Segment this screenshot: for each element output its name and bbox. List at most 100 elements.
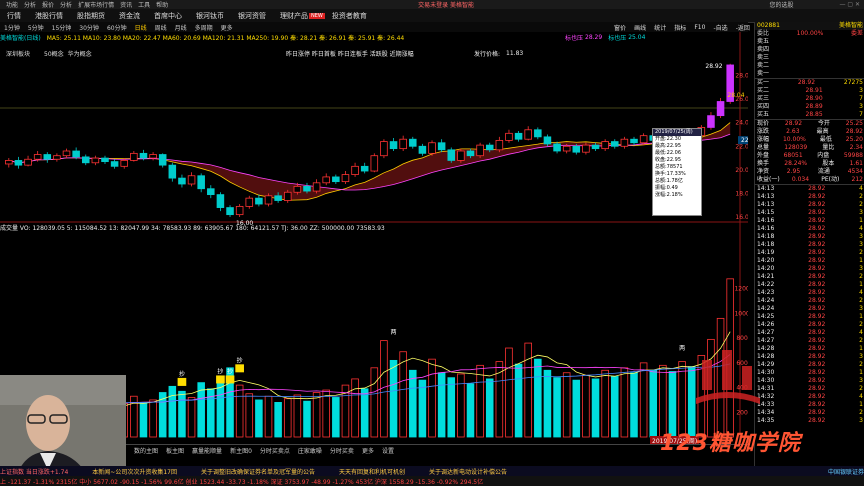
marker-box	[225, 375, 235, 384]
nav-tab-asset[interactable]: 银河资管	[231, 11, 273, 21]
tag-1[interactable]: 深圳板块	[6, 49, 30, 58]
nav-tab-education[interactable]: 投资者教育	[325, 11, 374, 21]
period-6[interactable]: 周线	[155, 23, 167, 32]
chart-tool-5[interactable]: -自选	[714, 23, 728, 32]
marker-box	[235, 364, 244, 373]
nav-tab-quote[interactable]: 行情	[0, 11, 28, 21]
period-2[interactable]: 15分钟	[52, 23, 72, 32]
nav-tab-futures[interactable]: 股指期货	[70, 11, 112, 21]
nav-tab-hk[interactable]: 港股行情	[28, 11, 70, 21]
chart-tool-0[interactable]: 窗价	[614, 23, 626, 32]
tick-price: 28.92	[808, 201, 826, 208]
candle	[72, 150, 80, 158]
tick-volume: 3	[859, 305, 863, 312]
tick-time: 14:16	[757, 217, 775, 224]
candle	[572, 145, 581, 153]
period-0[interactable]: 1分钟	[4, 23, 20, 32]
period-3[interactable]: 30分钟	[79, 23, 99, 32]
tick-volume: 2	[859, 193, 863, 200]
menu-item-1[interactable]: 功能	[6, 0, 18, 9]
volume-bar	[255, 399, 263, 438]
order-label: 买五	[757, 111, 770, 118]
volume-tick: 12000	[734, 286, 748, 293]
period-7[interactable]: 月线	[175, 23, 187, 32]
candle	[187, 175, 196, 185]
news-item-0[interactable]: 上证指数 当日涨跌+1.74	[0, 467, 68, 476]
tick-price: 28.92	[808, 289, 826, 296]
chart-tool-6[interactable]: -返回	[736, 23, 750, 32]
menu-item-5[interactable]: 扩展市场行情	[78, 0, 114, 9]
chart-tool-2[interactable]: 统计	[654, 23, 666, 32]
indicator-tab-3[interactable]: 赢量能顺量	[192, 446, 222, 455]
period-9[interactable]: 更多	[221, 23, 233, 32]
news-item-3[interactable]: 天天有回复和利机可机创	[339, 467, 405, 476]
indicator-tab-2[interactable]: 板主图	[166, 446, 184, 455]
tag-2[interactable]: 50概念	[44, 49, 64, 58]
stat-row: 外盘 68051 内盘 59988	[755, 152, 864, 160]
tick-time: 14:35	[757, 417, 775, 424]
signal-marker: 抄	[217, 367, 223, 375]
menu-item-3[interactable]: 报价	[42, 0, 54, 9]
candle	[110, 161, 119, 167]
tick-row: 14:18 28.92 3	[755, 241, 864, 249]
nav-tab-chief[interactable]: 首席中心	[147, 11, 189, 21]
signal-marker: 两	[679, 345, 685, 352]
chart-tool-1[interactable]: 画线	[634, 23, 646, 32]
window-controls-icon[interactable]: — ▢ ✕	[839, 1, 860, 8]
indicator-tab-9[interactable]: 设置	[382, 446, 394, 455]
tick-row: 14:23 28.92 4	[755, 289, 864, 297]
candle	[197, 175, 205, 190]
menu-item-2[interactable]: 分析	[24, 0, 36, 9]
tick-volume: 2	[859, 321, 863, 328]
tick-price: 28.92	[808, 209, 826, 216]
order-label: 卖四	[757, 46, 770, 53]
news-tags[interactable]: 昨日涨停 昨日首板 昨日连板手 活跃股 近期涨幅	[286, 49, 486, 58]
indicator-tab-8[interactable]: 更多	[362, 446, 374, 455]
tick-row: 14:31 28.92 2	[755, 385, 864, 393]
tick-time: 14:15	[757, 209, 775, 216]
indicator-tab-4[interactable]: 新主图0	[230, 446, 252, 455]
nav-tab-capital[interactable]: 资金流	[112, 11, 147, 21]
order-label: 卖五	[757, 38, 770, 45]
menu-item-4[interactable]: 分析	[60, 0, 72, 9]
candle	[389, 141, 398, 150]
period-1[interactable]: 5分钟	[28, 23, 44, 32]
menu-item-7[interactable]: 工具	[138, 0, 150, 9]
indicator-tab-6[interactable]: 庄家敢噪	[298, 446, 322, 455]
period-5[interactable]: 日线	[135, 23, 147, 32]
news-right[interactable]: 中国银联证券	[828, 467, 864, 476]
nav-tab-coin[interactable]: 银河钛币	[189, 11, 231, 21]
stat-value2: 212	[851, 176, 863, 183]
tick-price: 28.92	[808, 257, 826, 264]
stat-key: 净资	[757, 168, 770, 175]
stock-select-link[interactable]: 您的选股	[769, 0, 793, 9]
candle	[611, 141, 619, 147]
chart-tool-4[interactable]: F10	[694, 24, 705, 31]
stat-key2: 股本	[822, 160, 835, 167]
tag-3[interactable]: 华为概念	[68, 49, 92, 58]
tick-row: 14:18 28.92 3	[755, 233, 864, 241]
news-ticker: 上证指数 当日涨跌+1.74 本新闻~公司次次升资收集17回 关于调整旧改确保证券名…	[0, 466, 864, 476]
news-item-1[interactable]: 本新闻~公司次次升资收集17回	[92, 467, 177, 476]
menu-item-6[interactable]: 资讯	[120, 0, 132, 9]
period-8[interactable]: 多周期	[195, 23, 213, 32]
chart-tool-3[interactable]: 指标	[674, 23, 686, 32]
period-4[interactable]: 60分钟	[107, 23, 127, 32]
indicator-tab-7[interactable]: 分时买卖	[330, 446, 354, 455]
menu-item-8[interactable]: 帮助	[156, 0, 168, 9]
volume-bar	[620, 367, 629, 438]
order-volume: 7	[859, 111, 863, 118]
candle	[43, 154, 52, 160]
candle	[24, 158, 32, 166]
ma-values: MA5: 25.11 MA10: 23.80 MA20: 22.47 MA60:…	[46, 34, 405, 42]
candle	[437, 142, 446, 151]
indicator-tab-1[interactable]: 数的主图	[134, 446, 158, 455]
news-item-2[interactable]: 关于调整旧改确保证券名单及冠军量的公告	[201, 467, 315, 476]
indicator-tab-5[interactable]: 分时买卖点	[260, 446, 290, 455]
volume-bar	[389, 359, 398, 438]
commission-ratio-key: 委比	[757, 30, 770, 37]
order-price: 28.89	[805, 103, 823, 110]
tooltip-date: 2019/07/25(周)	[653, 129, 701, 136]
price-tick: 24.00	[735, 120, 748, 127]
news-item-4[interactable]: 关于调达新电动设计补偿公告	[429, 467, 507, 476]
